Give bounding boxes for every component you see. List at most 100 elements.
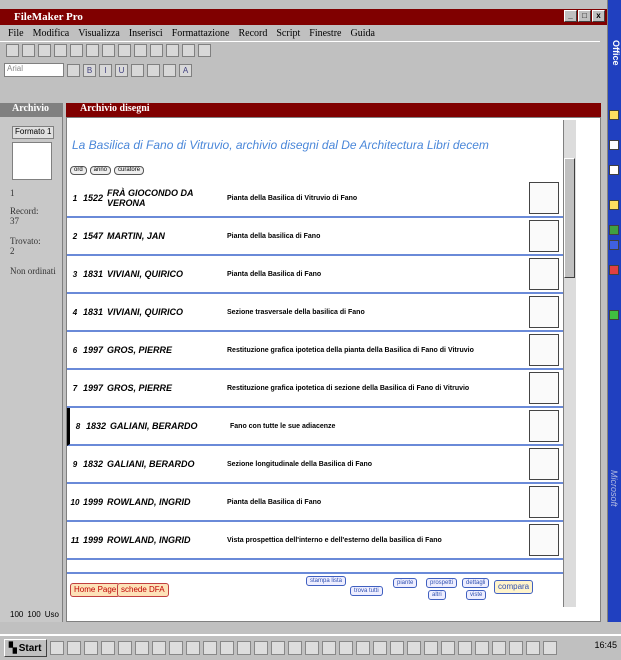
taskbar-app-icon[interactable] [338, 641, 353, 655]
layout-menu[interactable]: Formato 1 [12, 126, 54, 139]
maximize-button[interactable]: □ [578, 10, 591, 22]
table-row[interactable]: 6 1997 GROS, PIERRE Restituzione grafica ip… [67, 332, 563, 370]
office-app-icon[interactable] [609, 140, 619, 150]
prospetti-button[interactable]: prospetti [426, 578, 458, 588]
taskbar-app-icon[interactable] [321, 641, 336, 655]
table-row[interactable]: 2 1547 MARTIN, JAN Pianta della basilica di… [67, 218, 563, 256]
table-row-selected[interactable]: 8 1832 GALIANI, BERARDO Fano con tutte le s… [67, 408, 563, 446]
taskbar-app-icon[interactable] [542, 641, 557, 655]
taskbar-app-icon[interactable] [457, 641, 472, 655]
taskbar-app-icon[interactable] [287, 641, 302, 655]
table-row[interactable]: 3 1831 VIVIANI, QUIRICO Pianta della Basili… [67, 256, 563, 294]
drawing-thumbnail[interactable] [529, 372, 559, 404]
menu-visualizza[interactable]: Visualizza [78, 28, 120, 39]
taskbar-app-icon[interactable] [508, 641, 523, 655]
menu-formattazione[interactable]: Formattazione [172, 28, 230, 39]
layout-icon[interactable] [166, 44, 179, 57]
taskbar-app-icon[interactable] [83, 641, 98, 655]
sort-icon[interactable] [182, 44, 195, 57]
drawing-thumbnail[interactable] [529, 182, 559, 214]
home-page-button[interactable]: Home Page [70, 583, 121, 597]
taskbar-app-icon[interactable] [100, 641, 115, 655]
menu-record[interactable]: Record [238, 28, 267, 39]
sort-curatore-button[interactable]: curatore [114, 166, 145, 175]
taskbar-app-icon[interactable] [406, 641, 421, 655]
zoom-level-2[interactable]: 100 [27, 610, 40, 619]
menu-finestre[interactable]: Finestre [309, 28, 341, 39]
book-icon[interactable] [12, 142, 52, 180]
paste-icon[interactable] [102, 44, 115, 57]
office-app-icon[interactable] [609, 165, 619, 175]
align-right-icon[interactable] [163, 63, 176, 77]
align-left-icon[interactable] [131, 63, 144, 77]
taskbar-app-icon[interactable] [355, 641, 370, 655]
open-icon[interactable] [22, 44, 35, 57]
bold-icon[interactable]: B [83, 63, 96, 77]
drawing-thumbnail[interactable] [529, 486, 559, 518]
print-icon[interactable] [38, 44, 51, 57]
taskbar-app-icon[interactable] [168, 641, 183, 655]
taskbar-app-icon[interactable] [134, 641, 149, 655]
table-row[interactable]: 9 1832 GALIANI, BERARDO Sezione longitudina… [67, 446, 563, 484]
drawing-thumbnail[interactable] [529, 524, 559, 556]
start-button[interactable]: ▚ Start [4, 639, 47, 657]
help-icon[interactable] [198, 44, 211, 57]
taskbar-app-icon[interactable] [185, 641, 200, 655]
menu-script[interactable]: Script [276, 28, 300, 39]
sort-anno-button[interactable]: anno [89, 166, 112, 175]
underline-icon[interactable]: U [115, 63, 128, 77]
taskbar-app-icon[interactable] [423, 641, 438, 655]
find-icon[interactable] [150, 44, 163, 57]
menu-modifica[interactable]: Modifica [33, 28, 70, 39]
viste-button[interactable]: viste [466, 590, 487, 600]
taskbar-app-icon[interactable] [389, 641, 404, 655]
taskbar-app-icon[interactable] [219, 641, 234, 655]
drawing-thumbnail[interactable] [529, 410, 559, 442]
office-app-icon[interactable] [609, 240, 619, 250]
office-app-icon[interactable] [609, 200, 619, 210]
cut-icon[interactable] [70, 44, 83, 57]
drawing-thumbnail[interactable] [529, 296, 559, 328]
sort-ord-button[interactable]: ord [70, 166, 87, 175]
mode-selector[interactable]: Uso [45, 610, 59, 619]
taskbar-app-icon[interactable] [236, 641, 251, 655]
scrollbar-thumb[interactable] [564, 158, 575, 278]
altri-button[interactable]: altri [428, 590, 446, 600]
taskbar-app-icon[interactable] [117, 641, 132, 655]
menu-guida[interactable]: Guida [350, 28, 374, 39]
browse-icon[interactable] [134, 44, 147, 57]
undo-icon[interactable] [118, 44, 131, 57]
trova-tutti-button[interactable]: trova tutti [350, 586, 383, 596]
piante-button[interactable]: piante [393, 578, 418, 588]
menu-inserisci[interactable]: Inserisci [129, 28, 163, 39]
taskbar-app-icon[interactable] [372, 641, 387, 655]
dettagli-button[interactable]: dettagli [462, 578, 490, 588]
compara-button[interactable]: compara [494, 580, 534, 594]
schede-dfa-button[interactable]: schede DFA [117, 583, 169, 597]
stampa-lista-button[interactable]: stampa lista [306, 576, 347, 586]
drawing-thumbnail[interactable] [529, 448, 559, 480]
drawing-thumbnail[interactable] [529, 258, 559, 290]
copy-icon[interactable] [86, 44, 99, 57]
font-field[interactable]: Arial [4, 63, 64, 77]
spell-icon[interactable] [54, 44, 67, 57]
table-row[interactable]: 4 1831 VIVIANI, QUIRICO Sezione trasversale… [67, 294, 563, 332]
drawing-thumbnail[interactable] [529, 334, 559, 366]
taskbar-app-icon[interactable] [491, 641, 506, 655]
taskbar-app-icon[interactable] [270, 641, 285, 655]
table-row[interactable]: 11 1999 ROWLAND, INGRID Vista prospettica d… [67, 522, 563, 560]
taskbar-app-icon[interactable] [49, 641, 64, 655]
table-row[interactable]: 10 1999 ROWLAND, INGRID Pianta della Basili… [67, 484, 563, 522]
close-button[interactable]: x [592, 10, 605, 22]
office-app-icon[interactable] [609, 310, 619, 320]
align-center-icon[interactable] [147, 63, 160, 77]
table-row[interactable]: 7 1997 GROS, PIERRE Restituzione grafica ip… [67, 370, 563, 408]
office-app-icon[interactable] [609, 225, 619, 235]
table-row[interactable]: 1 1522 FRÀ GIOCONDO DA VERONA Pianta della … [67, 180, 563, 218]
taskbar-app-icon[interactable] [525, 641, 540, 655]
minimize-button[interactable]: _ [564, 10, 577, 22]
new-icon[interactable] [6, 44, 19, 57]
color-icon[interactable]: A [179, 63, 192, 77]
drawing-thumbnail[interactable] [529, 220, 559, 252]
taskbar-app-icon[interactable] [474, 641, 489, 655]
